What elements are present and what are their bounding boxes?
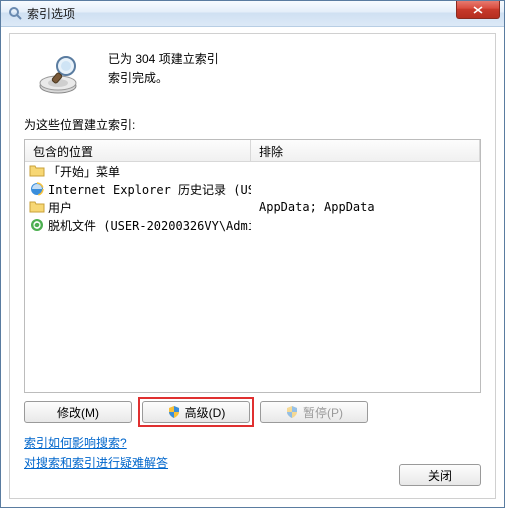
item-label: 脱机文件 (USER-20200326VY\Admin... xyxy=(48,217,251,234)
help-link-troubleshoot[interactable]: 对搜索和索引进行疑难解答 xyxy=(24,453,168,473)
ie-icon xyxy=(29,181,45,197)
index-complete-text: 索引完成。 xyxy=(108,69,219,88)
shield-icon xyxy=(285,405,299,419)
locations-listview[interactable]: 包含的位置 排除 「开始」菜单 Internet Explorer 历史记录 (… xyxy=(24,139,481,393)
help-link-search[interactable]: 索引如何影响搜索? xyxy=(24,433,127,453)
close-button[interactable] xyxy=(456,1,500,19)
pause-button: 暂停(P) xyxy=(260,401,368,423)
listview-body: 「开始」菜单 Internet Explorer 历史记录 (USE... 用户 xyxy=(25,162,480,234)
column-location[interactable]: 包含的位置 xyxy=(25,140,251,161)
listview-header: 包含的位置 排除 xyxy=(25,140,480,162)
window-title: 索引选项 xyxy=(27,5,75,22)
locations-label: 为这些位置建立索引: xyxy=(24,116,481,133)
shield-icon xyxy=(167,405,181,419)
dialog-content: 已为 304 项建立索引 索引完成。 为这些位置建立索引: 包含的位置 排除 「… xyxy=(9,33,496,499)
folder-icon xyxy=(29,163,45,179)
titlebar: 索引选项 xyxy=(1,1,504,27)
app-icon xyxy=(7,6,23,22)
folder-icon xyxy=(29,199,45,215)
list-item[interactable]: 脱机文件 (USER-20200326VY\Admin... xyxy=(25,216,480,234)
drive-search-icon xyxy=(36,48,84,96)
item-label: Internet Explorer 历史记录 (USE... xyxy=(48,181,251,198)
sync-icon xyxy=(29,217,45,233)
column-exclude[interactable]: 排除 xyxy=(251,140,480,161)
item-label: 「开始」菜单 xyxy=(48,163,120,180)
list-item[interactable]: Internet Explorer 历史记录 (USE... xyxy=(25,180,480,198)
list-item[interactable]: 「开始」菜单 xyxy=(25,162,480,180)
indexed-count-text: 已为 304 项建立索引 xyxy=(108,50,219,69)
item-exclude: AppData; AppData xyxy=(251,200,480,214)
modify-button[interactable]: 修改(M) xyxy=(24,401,132,423)
indexing-options-dialog: 索引选项 已为 304 项建立索引 索引完成。 为这些位置建立索引 xyxy=(0,0,505,508)
status-row: 已为 304 项建立索引 索引完成。 xyxy=(24,48,481,96)
advanced-button[interactable]: 高级(D) xyxy=(142,401,250,423)
item-label: 用户 xyxy=(48,199,72,216)
status-text: 已为 304 项建立索引 索引完成。 xyxy=(108,48,219,88)
button-row: 修改(M) 高级(D) 暂停(P) xyxy=(24,401,481,423)
close-dialog-button[interactable]: 关闭 xyxy=(399,464,481,486)
list-item[interactable]: 用户 AppData; AppData xyxy=(25,198,480,216)
